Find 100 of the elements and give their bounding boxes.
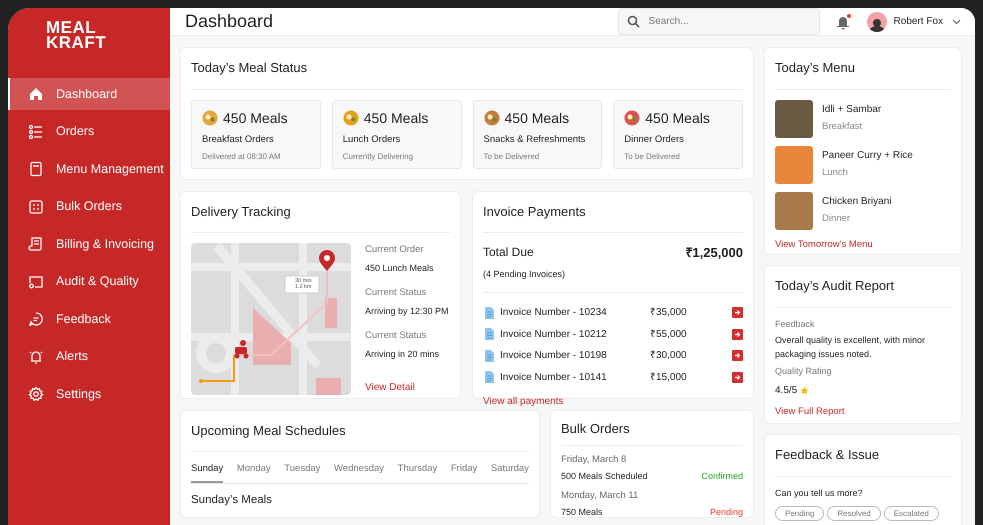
open-invoice-button[interactable]: [732, 372, 743, 383]
arrow-right-icon: [734, 309, 741, 316]
pending-invoices: (4 Pending Invoices): [483, 268, 743, 293]
open-invoice-button[interactable]: [732, 350, 743, 362]
page-title: Dashboard: [185, 10, 274, 33]
nav-item[interactable]: Menu Management: [8, 153, 170, 185]
order-meals: 500 Meals Scheduled: [561, 470, 648, 484]
bell-icon: [28, 348, 44, 364]
detail-value: Arriving by 12:30 PM: [365, 305, 449, 318]
nav-item[interactable]: Alerts: [8, 340, 170, 372]
order-status: Pending: [710, 506, 743, 519]
meal-count: 450 Meals: [504, 108, 570, 128]
document-icon: [483, 327, 495, 342]
total-due-label: Total Due: [483, 244, 534, 261]
day-tab[interactable]: Tuesday: [284, 462, 320, 484]
logo-text: KRAFT: [46, 35, 106, 50]
arrow-right-icon: [734, 330, 741, 338]
nav-item[interactable]: Dashboard: [8, 78, 170, 110]
person-silhouette-icon: [868, 18, 885, 32]
view-full-report-link[interactable]: View Full Report: [775, 404, 845, 419]
invoice-number: Invoice Number - 10212: [500, 328, 608, 342]
feedback-text: Overall quality is excellent, with minor packaging issues noted.: [775, 334, 926, 361]
rating-value: 4.5/5: [775, 384, 798, 398]
detail-value: 450 Lunch Meals: [365, 262, 434, 276]
document-icon: [483, 370, 495, 384]
view-tomorrow-menu-link[interactable]: View Tomorrow’s Menu: [775, 238, 873, 252]
detail-label: Current Status: [365, 286, 426, 300]
detail-value: Arriving in 20 mins: [365, 348, 440, 361]
meal-count: 450 Meals: [364, 108, 428, 128]
meal-type: Breakfast: [822, 120, 864, 134]
order-meals: 750 Meals: [561, 506, 603, 519]
meal-type: Dinner: [822, 212, 851, 226]
food-photo-placeholder: [775, 100, 813, 138]
nav-item[interactable]: Audit & Quality: [8, 266, 170, 298]
meal-status: Currently Delivering: [342, 150, 414, 163]
invoice-amount: ₹30,000: [650, 349, 688, 364]
day-tab[interactable]: Thursday: [398, 462, 438, 484]
search-field[interactable]: Search...: [618, 8, 820, 35]
invoice-amount: ₹15,000: [650, 370, 688, 385]
meal-count: 450 Meals: [223, 108, 288, 128]
meal-count: 450 Meals: [645, 108, 710, 128]
meal-label: Lunch Orders: [342, 132, 402, 146]
food-icon: [484, 110, 500, 126]
settings-icon: [28, 386, 44, 402]
receipt-icon: [28, 236, 44, 252]
filter-chip[interactable]: Escalated: [884, 506, 939, 521]
filter-chip[interactable]: Resolved: [827, 506, 881, 521]
invoice-number: Invoice Number - 10141: [500, 370, 608, 385]
logo-text: MEAL: [46, 20, 96, 35]
grid-icon: [28, 198, 44, 214]
section-subtitle: Sunday’s Meals: [191, 493, 272, 508]
food-icon: [202, 110, 218, 126]
card-title: Invoice Payments: [483, 202, 743, 233]
card-title: Delivery Tracking: [191, 202, 450, 233]
day-tab[interactable]: Monday: [236, 462, 271, 484]
meal-label: Dinner Orders: [624, 132, 685, 146]
dish-name: Idli + Sambar: [822, 103, 882, 118]
document-icon: [483, 348, 495, 363]
food-icon: [342, 110, 359, 126]
document-icon: [483, 306, 495, 320]
nav-item[interactable]: Settings: [8, 378, 170, 410]
filter-chip[interactable]: Pending: [775, 506, 824, 521]
detail-label: Current Order: [365, 243, 424, 257]
arrow-right-icon: [734, 374, 741, 381]
dish-name: Paneer Curry + Rice: [822, 149, 913, 164]
feedback-label: Feedback: [775, 318, 815, 330]
card-title: Bulk Orders: [561, 418, 743, 446]
open-invoice-button[interactable]: [732, 328, 743, 340]
nav-item[interactable]: Orders: [8, 116, 170, 148]
meal-label: Breakfast Orders: [202, 132, 275, 146]
nav-item[interactable]: Bulk Orders: [8, 190, 170, 222]
chat-icon: [28, 311, 44, 327]
view-all-payments-link[interactable]: View all payments: [483, 394, 564, 409]
day-tab[interactable]: Sunday: [191, 462, 224, 484]
card-title: Today’s Meal Status: [191, 58, 743, 90]
day-tab[interactable]: Saturday: [490, 462, 529, 484]
home-icon: [28, 86, 44, 102]
nav-item[interactable]: Billing & Invoicing: [8, 228, 170, 260]
dish-name: Chicken Briyani: [822, 195, 892, 210]
rating-label: Quality Rating: [775, 365, 832, 378]
detail-label: Current Status: [365, 328, 426, 342]
open-invoice-button[interactable]: [732, 307, 743, 318]
list-icon: [28, 124, 44, 140]
total-due-amount: ₹1,25,000: [685, 244, 743, 262]
day-tab[interactable]: Wednesday: [334, 462, 384, 484]
nav-item[interactable]: Feedback: [8, 303, 170, 335]
arrow-right-icon: [734, 352, 741, 360]
day-tab[interactable]: Friday: [450, 462, 478, 484]
order-status: Confirmed: [701, 470, 743, 484]
view-detail-link[interactable]: View Detail: [365, 380, 415, 395]
chevron-down-icon: [952, 18, 961, 24]
monitor-icon: [28, 274, 44, 290]
food-icon: [624, 110, 640, 126]
meal-label: Snacks & Refreshments: [484, 132, 586, 146]
meal-status: Delivered at 08:30 AM: [202, 150, 282, 163]
food-photo-placeholder: [775, 192, 813, 230]
card-title: Today’s Audit Report: [775, 276, 951, 308]
card-title: Upcoming Meal Schedules: [191, 420, 529, 452]
invoice-amount: ₹55,000: [650, 328, 688, 342]
book-icon: [28, 161, 44, 177]
